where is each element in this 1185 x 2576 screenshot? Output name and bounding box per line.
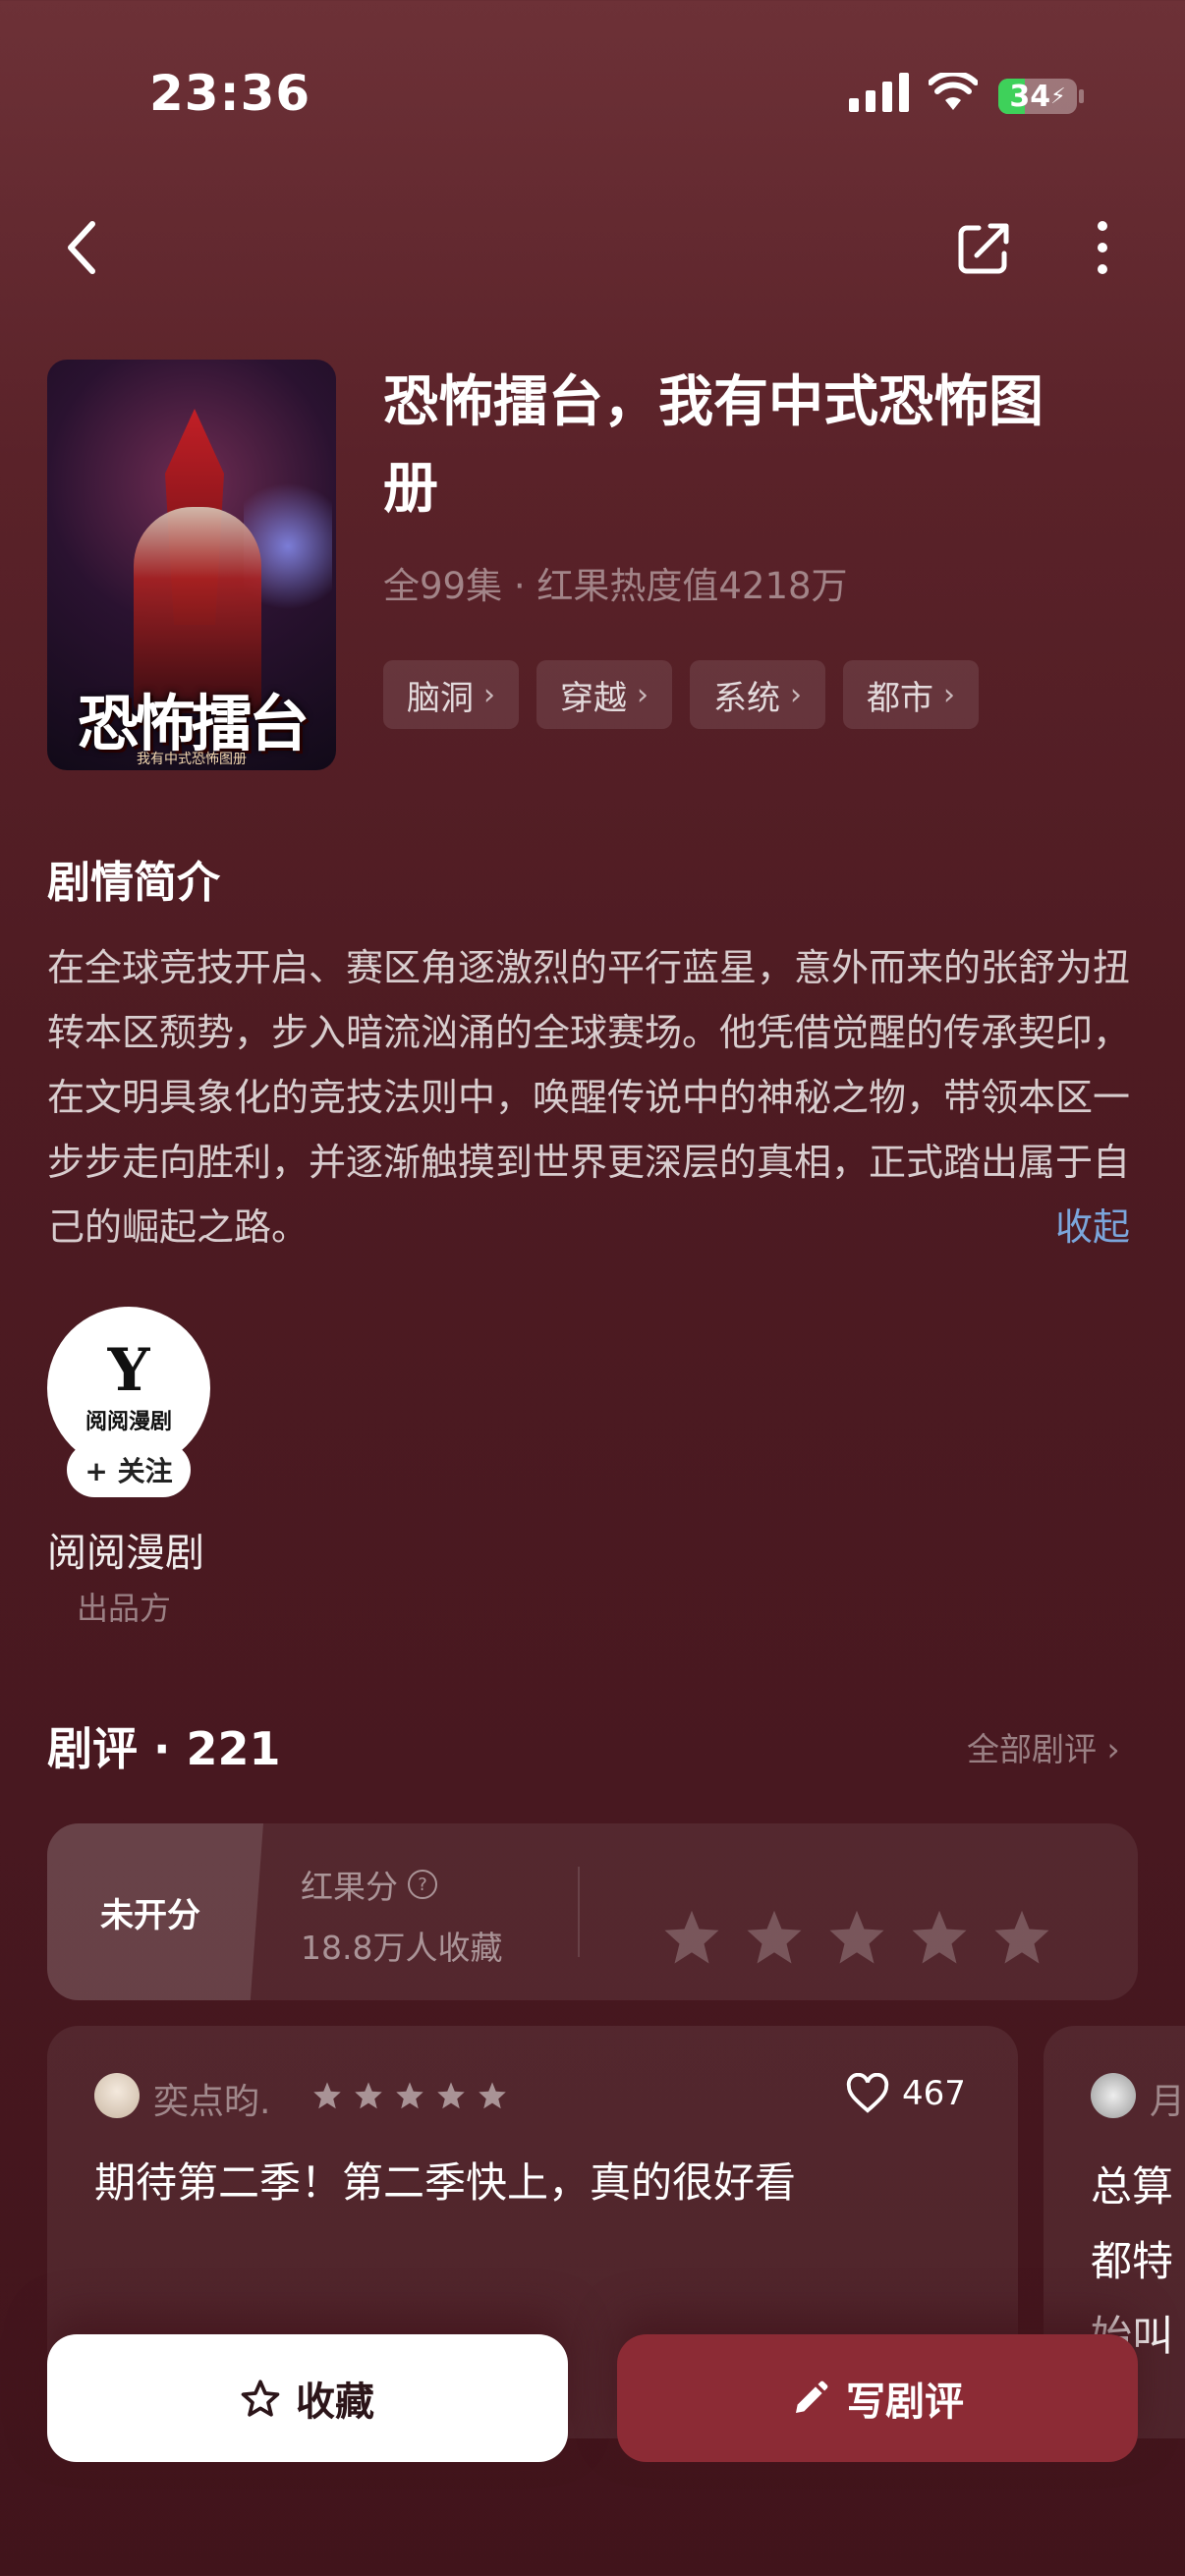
rate-star-icon[interactable]	[910, 1908, 969, 1965]
divider	[578, 1867, 580, 1957]
drama-cover-image[interactable]: 恐怖擂台 我有中式恐怖图册	[47, 360, 336, 770]
status-time: 23:36	[149, 65, 311, 122]
tag-chip[interactable]: 穿越 ›	[536, 660, 672, 729]
producer-name[interactable]: 阅阅漫剧	[47, 1521, 204, 1578]
battery-level: 34	[1009, 79, 1051, 114]
producer-logo-icon: Y	[107, 1336, 150, 1405]
avatar[interactable]	[1091, 2073, 1136, 2118]
back-arrow-icon[interactable]	[63, 218, 102, 281]
pencil-icon	[796, 2380, 828, 2413]
chevron-right-icon: ›	[943, 677, 955, 712]
rate-star-icon[interactable]	[662, 1908, 721, 1965]
like-button[interactable]: 467	[845, 2073, 966, 2114]
favorites-count: 18.8万人收藏	[301, 1929, 503, 1967]
synopsis-heading: 剧情简介	[47, 858, 220, 908]
rate-stars	[662, 1908, 1051, 1965]
favorite-button[interactable]: 收藏	[47, 2334, 568, 2462]
star-icon	[313, 2082, 341, 2109]
like-count: 467	[902, 2074, 966, 2113]
tag-chip[interactable]: 脑洞 ›	[383, 660, 519, 729]
review-username[interactable]: 月	[1150, 2073, 1185, 2124]
more-vertical-icon[interactable]	[1093, 220, 1112, 279]
heart-icon	[846, 2073, 889, 2113]
tag-label: 穿越	[560, 678, 627, 718]
chevron-right-icon: ›	[790, 677, 802, 712]
synopsis-text: 在全球竞技开启、赛区角逐激烈的平行蓝星，意外而来的张舒为扭转本区颓势，步入暗流汹…	[47, 946, 1131, 1249]
favorite-label: 收藏	[296, 2380, 374, 2425]
rating-card: 未开分 红果分 ? 18.8万人收藏	[47, 1823, 1138, 2000]
score-label: 红果分 ?	[301, 1861, 437, 1908]
producer-logo-text: 阅阅漫剧	[85, 1410, 172, 1434]
reviews-heading: 剧评 · 221	[47, 1722, 281, 1775]
star-icon	[437, 2082, 465, 2109]
battery-cap	[1079, 89, 1084, 103]
rate-star-icon[interactable]	[992, 1908, 1051, 1965]
tag-label: 脑洞	[407, 678, 474, 718]
tag-chip[interactable]: 系统 ›	[690, 660, 825, 729]
cover-subtitle: 我有中式恐怖图册	[137, 752, 247, 767]
star-icon	[355, 2082, 382, 2109]
star-icon	[479, 2082, 506, 2109]
tag-label: 系统	[713, 678, 780, 718]
rate-star-icon[interactable]	[827, 1908, 886, 1965]
chevron-right-icon: ›	[637, 677, 649, 712]
wifi-icon	[928, 70, 979, 116]
write-review-label: 写剧评	[846, 2380, 964, 2425]
tag-label: 都市	[867, 678, 933, 718]
star-icon	[396, 2082, 423, 2109]
review-username[interactable]: 奕点昀.	[153, 2073, 270, 2124]
follow-button[interactable]: + 关注	[67, 1442, 191, 1497]
chevron-right-icon: ›	[483, 677, 495, 712]
battery-charging-icon: 34 ⚡	[998, 79, 1077, 114]
star-outline-icon	[241, 2380, 280, 2417]
tag-list: 脑洞 › 穿越 › 系统 › 都市 ›	[383, 660, 979, 729]
producer-role: 出品方	[77, 1590, 172, 1627]
review-text: 期待第二季！第二季快上，真的很好看	[94, 2158, 797, 2207]
tag-chip[interactable]: 都市 ›	[843, 660, 979, 729]
share-icon[interactable]	[955, 218, 1014, 281]
rate-star-icon[interactable]	[745, 1908, 804, 1965]
unrated-badge: 未开分	[47, 1823, 263, 2000]
score-label-text: 红果分	[301, 1868, 398, 1906]
drama-title: 恐怖擂台，我有中式恐怖图册	[383, 370, 1044, 521]
drama-meta: 全99集 · 红果热度值4218万	[383, 565, 848, 607]
all-reviews-link[interactable]: 全部剧评 ›	[967, 1723, 1120, 1770]
help-icon[interactable]: ?	[408, 1870, 437, 1899]
collapse-link[interactable]: 收起	[1055, 1197, 1130, 1251]
write-review-button[interactable]: 写剧评	[617, 2334, 1138, 2462]
cellular-signal-icon	[849, 73, 909, 112]
avatar[interactable]	[94, 2073, 140, 2118]
review-stars	[312, 2081, 507, 2109]
